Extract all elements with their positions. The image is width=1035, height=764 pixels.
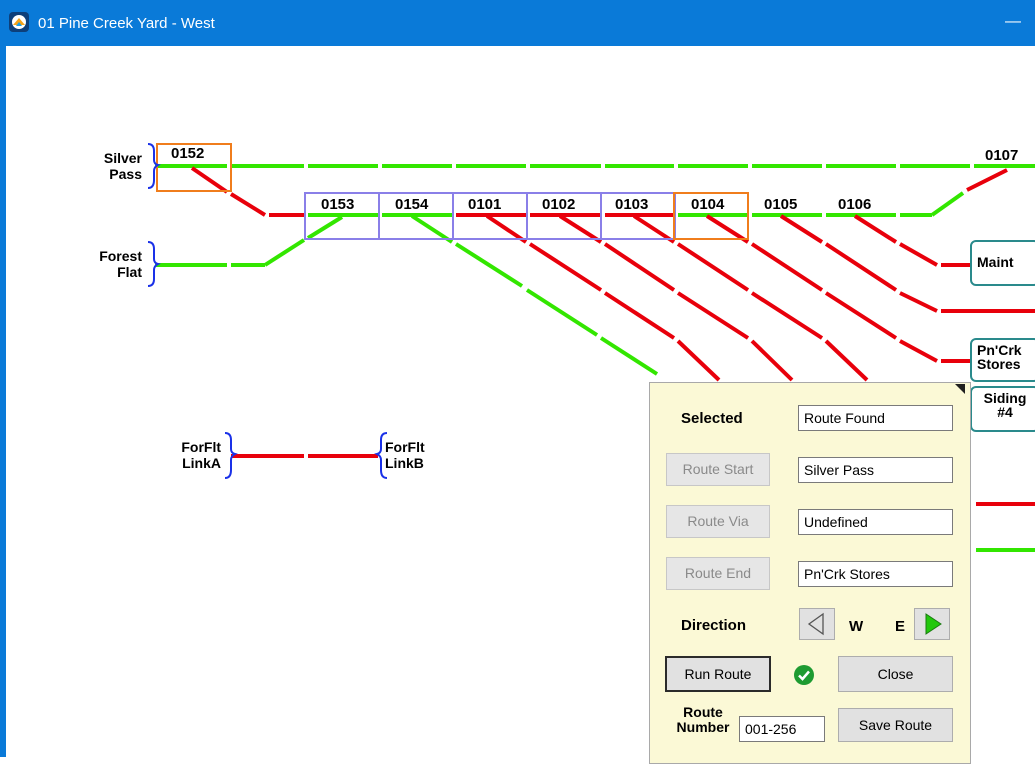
block-0105[interactable]: 0105 [764, 196, 797, 213]
panel-resize-notch [955, 384, 965, 394]
route-start-field: Silver Pass [798, 457, 953, 483]
route-start-button[interactable]: Route Start [666, 453, 770, 486]
route-number-label: Route Number [676, 704, 730, 735]
app-logo-icon [9, 12, 29, 32]
endpoint-forflt-linkb[interactable]: ForFlt LinkB [385, 439, 449, 471]
bracket-forflt-linka [224, 432, 238, 479]
block-0103[interactable]: 0103 [615, 196, 648, 213]
block-0101[interactable]: 0101 [468, 196, 501, 213]
arrow-right-icon [925, 613, 942, 635]
route-panel: Selected Route Found Route Start Silver … [649, 382, 971, 764]
destination-siding-4-label: Siding #4 [983, 390, 1027, 420]
route-via-button[interactable]: Route Via [666, 505, 770, 538]
checkmark-icon [794, 665, 814, 685]
window-frame-left [0, 46, 6, 757]
route-via-field: Undefined [798, 509, 953, 535]
window-title: 01 Pine Creek Yard - West [38, 15, 215, 32]
endpoint-forest-flat[interactable]: Forest Flat [77, 248, 142, 280]
run-route-button[interactable]: Run Route [665, 656, 771, 692]
selected-label: Selected [681, 410, 743, 427]
endpoint-silver-pass[interactable]: Silver Pass [86, 150, 142, 182]
direction-w-label: W [849, 618, 864, 635]
destination-siding-4[interactable]: Siding #4 [970, 386, 1035, 432]
save-route-button[interactable]: Save Route [838, 708, 953, 742]
bracket-forest-flat [147, 241, 161, 287]
block-0153[interactable]: 0153 [321, 196, 354, 213]
direction-label: Direction [681, 617, 747, 634]
minimize-button[interactable]: — [998, 11, 1028, 35]
block-0154[interactable]: 0154 [395, 196, 428, 213]
destination-pncrk-stores[interactable]: Pn'Crk Stores [970, 338, 1035, 382]
route-number-input[interactable]: 001-256 [739, 716, 825, 742]
selected-field: Route Found [798, 405, 953, 431]
destination-maint[interactable]: Maint [970, 240, 1035, 286]
arrow-left-icon [807, 612, 824, 636]
block-0104[interactable]: 0104 [691, 196, 724, 213]
track-0106-diagonal [853, 214, 970, 267]
block-0102[interactable]: 0102 [542, 196, 575, 213]
block-0106[interactable]: 0106 [838, 196, 871, 213]
direction-west-button[interactable] [799, 608, 835, 640]
direction-east-button[interactable] [914, 608, 950, 640]
track-forest-flat-lead [155, 215, 344, 267]
close-button[interactable]: Close [838, 656, 953, 692]
route-end-field: Pn'Crk Stores [798, 561, 953, 587]
destination-maint-label: Maint [977, 254, 1014, 270]
endpoint-forflt-linka[interactable]: ForFlt LinkA [157, 439, 221, 471]
block-0152[interactable]: 0152 [171, 145, 204, 162]
direction-e-label: E [895, 618, 906, 635]
window-titlebar[interactable]: 01 Pine Creek Yard - West — [0, 0, 1035, 46]
block-0107[interactable]: 0107 [985, 147, 1018, 164]
route-end-button[interactable]: Route End [666, 557, 770, 590]
destination-pncrk-stores-label: Pn'Crk Stores [977, 342, 1022, 372]
